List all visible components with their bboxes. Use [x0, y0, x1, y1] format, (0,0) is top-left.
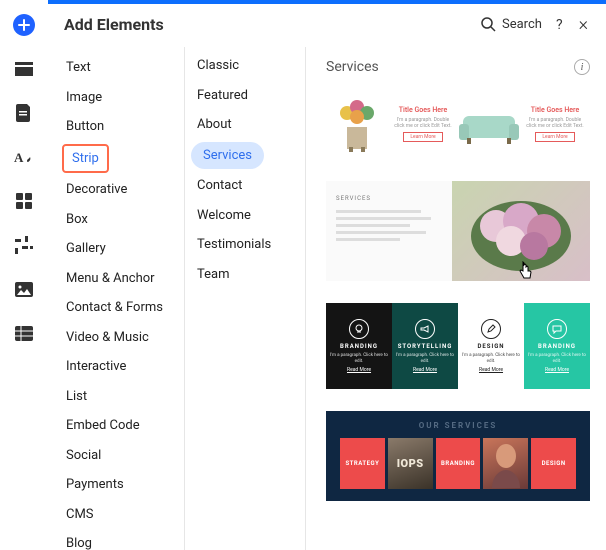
data-icon[interactable] [13, 322, 35, 344]
strip-category-item[interactable]: Contact [185, 171, 305, 201]
search-label: Search [502, 17, 542, 32]
help-button[interactable]: ? [556, 17, 563, 33]
element-type-item[interactable]: Blog [48, 529, 184, 550]
strip-category-item[interactable]: Testimonials [185, 230, 305, 260]
close-button[interactable]: × [577, 14, 590, 35]
title: Title Goes Here [531, 106, 580, 114]
element-type-item[interactable]: Menu & Anchor [48, 264, 184, 294]
text: I'm a paragraph. Click here to edit. [528, 353, 586, 365]
tile: DESIGN [531, 438, 576, 489]
megaphone-icon [415, 319, 435, 339]
strip-category-item[interactable]: Team [185, 260, 305, 290]
preview-image [326, 89, 388, 159]
element-type-item[interactable]: List [48, 382, 184, 412]
button: Learn More [535, 132, 574, 142]
link: Read More [479, 367, 503, 373]
element-type-item[interactable]: Contact & Forms [48, 293, 184, 323]
strip-category-item[interactable]: About [185, 110, 305, 140]
preview-image [452, 181, 590, 281]
chat-icon [547, 319, 567, 339]
lightbulb-icon [349, 319, 369, 339]
section-icon[interactable] [13, 58, 35, 80]
element-type-item[interactable]: Image [48, 83, 184, 113]
page-icon[interactable] [13, 102, 35, 124]
element-type-item[interactable]: Interactive [48, 352, 184, 382]
tile: STRATEGY [340, 438, 385, 489]
element-type-item[interactable]: Decorative [48, 175, 184, 205]
link: Read More [347, 367, 371, 373]
strip-category-list: ClassicFeaturedAboutServicesContactWelco… [185, 47, 305, 550]
placeholder-lines [336, 210, 442, 241]
title: Title Goes Here [399, 106, 448, 114]
info-icon[interactable]: i [574, 59, 590, 75]
preview-column: Services i Title Goes Here I'm a paragra… [306, 47, 606, 550]
element-type-item[interactable]: Box [48, 205, 184, 235]
element-type-item[interactable]: Video & Music [48, 323, 184, 353]
preview-image [458, 89, 520, 159]
text: I'm a paragraph. Click here to edit. [396, 353, 454, 365]
heading: BRANDING [538, 343, 576, 350]
strip-preview-1[interactable]: Title Goes Here I'm a paragraph. Double … [326, 89, 590, 159]
left-tool-rail: A [0, 0, 48, 550]
text: I'm a paragraph. Click here to edit. [462, 353, 520, 365]
theme-icon[interactable]: A [13, 146, 35, 168]
apps-icon[interactable] [13, 190, 35, 212]
element-type-item[interactable]: CMS [48, 500, 184, 530]
element-type-item[interactable]: Gallery [48, 234, 184, 264]
element-type-item[interactable]: Strip [62, 144, 109, 174]
plugin-icon[interactable] [13, 234, 35, 256]
element-type-item[interactable]: Payments [48, 470, 184, 500]
strip-preview-4[interactable]: OUR SERVICES STRATEGY IOPS BRANDING DESI… [326, 411, 590, 501]
heading: OUR SERVICES [419, 421, 498, 430]
strip-preview-3[interactable]: BRANDING I'm a paragraph. Click here to … [326, 303, 590, 389]
heading: BRANDING [340, 343, 378, 350]
search-icon [481, 17, 496, 32]
element-type-item[interactable]: Text [48, 53, 184, 83]
add-icon[interactable] [13, 14, 35, 36]
search-button[interactable]: Search [481, 17, 542, 32]
label: SERVICES [336, 195, 442, 202]
link: Read More [545, 367, 569, 373]
preview-heading: Services [326, 59, 379, 75]
svg-text:A: A [14, 150, 24, 165]
link: Read More [413, 367, 437, 373]
strip-category-item[interactable]: Welcome [185, 201, 305, 231]
pencil-icon [481, 319, 501, 339]
strip-category-item[interactable]: Classic [185, 51, 305, 81]
heading: STORYTELLING [398, 343, 453, 350]
add-elements-panel: Add Elements Search ? × TextImageButtonS… [48, 0, 606, 550]
strip-category-item[interactable]: Services [191, 142, 264, 170]
paragraph: I'm a paragraph. Double click me or clic… [392, 117, 454, 129]
strip-preview-2[interactable]: SERVICES [326, 181, 590, 281]
element-type-item[interactable]: Social [48, 441, 184, 471]
element-type-item[interactable]: Embed Code [48, 411, 184, 441]
element-type-list: TextImageButtonStripDecorativeBoxGallery… [48, 47, 184, 550]
strip-category-item[interactable]: Featured [185, 81, 305, 111]
media-icon[interactable] [13, 278, 35, 300]
tile-image: IOPS [388, 438, 433, 489]
tile-image [483, 438, 528, 489]
text: I'm a paragraph. Click here to edit. [330, 353, 388, 365]
button: Learn More [403, 132, 442, 142]
tile: BRANDING [436, 438, 481, 489]
panel-title: Add Elements [64, 15, 164, 34]
paragraph: I'm a paragraph. Double click me or clic… [524, 117, 586, 129]
heading: DESIGN [477, 343, 504, 350]
element-type-item[interactable]: Button [48, 112, 184, 142]
panel-header: Add Elements Search ? × [48, 4, 606, 47]
